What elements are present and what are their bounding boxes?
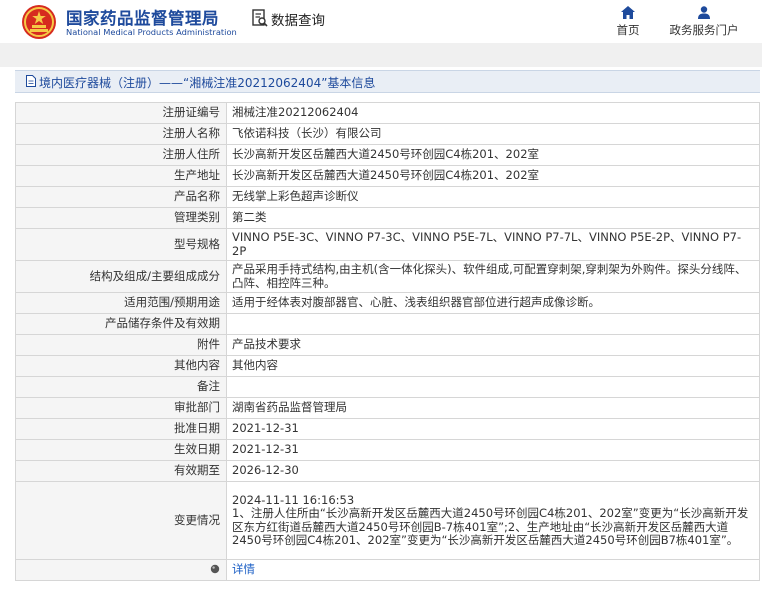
table-row: 注册证编号 湘械注准20212062404 bbox=[15, 102, 760, 124]
table-row: 型号规格 VINNO P5E-3C、VINNO P7-3C、VINNO P5E-… bbox=[15, 228, 760, 261]
row-label-model-spec: 型号规格 bbox=[15, 228, 227, 261]
data-query-icon bbox=[252, 9, 268, 27]
change-description: 1、注册人住所由“长沙高新开发区岳麓西大道2450号环创园C4栋201、202室… bbox=[232, 506, 749, 547]
row-label-details bbox=[15, 559, 227, 581]
breadcrumb-current: “湘械注准20212062404”基本信息 bbox=[183, 76, 376, 90]
row-label-other-content: 其他内容 bbox=[15, 355, 227, 377]
row-value-details: 详情 bbox=[226, 559, 760, 581]
row-value-change-history: 2024-11-11 16:16:53 1、注册人住所由“长沙高新开发区岳麓西大… bbox=[226, 481, 760, 560]
nav-home-label: 首页 bbox=[616, 23, 640, 37]
table-row: 有效期至 2026-12-30 bbox=[15, 460, 760, 482]
nav-service-portal[interactable]: 政务服务门户 bbox=[664, 6, 744, 38]
row-value-effective-date: 2021-12-31 bbox=[226, 439, 760, 461]
row-label-intended-use: 适用范围/预期用途 bbox=[15, 292, 227, 314]
table-row: 结构及组成/主要组成成分 产品采用手持式结构,由主机(含一体化探头)、软件组成,… bbox=[15, 260, 760, 293]
row-label-approval-department: 审批部门 bbox=[15, 397, 227, 419]
breadcrumb: 境内医疗器械（注册）——“湘械注准20212062404”基本信息 bbox=[15, 70, 760, 93]
table-row: 备注 bbox=[15, 376, 760, 398]
header-divider bbox=[0, 43, 762, 67]
nav-home[interactable]: 首页 bbox=[612, 6, 644, 38]
row-value-attachment: 产品技术要求 bbox=[226, 334, 760, 356]
table-row: 生效日期 2021-12-31 bbox=[15, 439, 760, 461]
nav-portal-label: 政务服务门户 bbox=[669, 23, 739, 37]
data-query-title: 数据查询 bbox=[271, 13, 325, 29]
home-icon bbox=[621, 6, 635, 19]
row-label-production-address: 生产地址 bbox=[15, 165, 227, 187]
row-label-registration-number: 注册证编号 bbox=[15, 102, 227, 124]
row-label-change-history: 变更情况 bbox=[15, 481, 227, 560]
row-label-registrant-address: 注册人住所 bbox=[15, 144, 227, 166]
row-value-management-class: 第二类 bbox=[226, 207, 760, 229]
row-value-registrant-address: 长沙高新开发区岳麓西大道2450号环创园C4栋201、202室 bbox=[226, 144, 760, 166]
row-value-registration-number: 湘械注准20212062404 bbox=[226, 102, 760, 124]
row-value-model-spec: VINNO P5E-3C、VINNO P7-3C、VINNO P5E-7L、VI… bbox=[226, 228, 760, 261]
row-label-management-class: 管理类别 bbox=[15, 207, 227, 229]
row-label-approval-date: 批准日期 bbox=[15, 418, 227, 440]
row-label-registrant-name: 注册人名称 bbox=[15, 123, 227, 145]
table-row: 变更情况 2024-11-11 16:16:53 1、注册人住所由“长沙高新开发… bbox=[15, 481, 760, 560]
row-label-valid-until: 有效期至 bbox=[15, 460, 227, 482]
row-value-other-content: 其他内容 bbox=[226, 355, 760, 377]
table-row: 批准日期 2021-12-31 bbox=[15, 418, 760, 440]
table-row: 注册人住所 长沙高新开发区岳麓西大道2450号环创园C4栋201、202室 bbox=[15, 144, 760, 166]
row-label-structure-composition: 结构及组成/主要组成成分 bbox=[15, 260, 227, 293]
agency-name-cn[interactable]: 国家药品监督管理局 bbox=[66, 5, 219, 29]
change-timestamp: 2024-11-11 16:16:53 bbox=[232, 492, 355, 507]
row-value-production-address: 长沙高新开发区岳麓西大道2450号环创园C4栋201、202室 bbox=[226, 165, 760, 187]
row-value-approval-department: 湖南省药品监督管理局 bbox=[226, 397, 760, 419]
row-value-structure-composition: 产品采用手持式结构,由主机(含一体化探头)、软件组成,可配置穿刺架,穿刺架为外购… bbox=[226, 260, 760, 293]
breadcrumb-section[interactable]: 境内医疗器械（注册） bbox=[39, 76, 159, 90]
row-label-product-name: 产品名称 bbox=[15, 186, 227, 208]
breadcrumb-text: 境内医疗器械（注册）——“湘械注准20212062404”基本信息 bbox=[39, 74, 375, 91]
document-icon bbox=[26, 75, 36, 87]
table-row: 审批部门 湖南省药品监督管理局 bbox=[15, 397, 760, 419]
row-label-remarks: 备注 bbox=[15, 376, 227, 398]
agency-name-en[interactable]: National Medical Products Administration bbox=[66, 27, 237, 37]
table-row: 产品储存条件及有效期 bbox=[15, 313, 760, 335]
row-value-remarks bbox=[226, 376, 760, 398]
row-value-intended-use: 适用于经体表对腹部器官、心脏、浅表组织器官部位进行超声成像诊断。 bbox=[226, 292, 760, 314]
table-row: 产品名称 无线掌上彩色超声诊断仪 bbox=[15, 186, 760, 208]
table-row: 生产地址 长沙高新开发区岳麓西大道2450号环创园C4栋201、202室 bbox=[15, 165, 760, 187]
user-icon bbox=[698, 6, 710, 19]
table-row: 附件 产品技术要求 bbox=[15, 334, 760, 356]
table-row: 适用范围/预期用途 适用于经体表对腹部器官、心脏、浅表组织器官部位进行超声成像诊… bbox=[15, 292, 760, 314]
breadcrumb-separator: —— bbox=[159, 76, 184, 90]
details-link[interactable]: 详情 bbox=[232, 562, 255, 577]
table-row: 管理类别 第二类 bbox=[15, 207, 760, 229]
row-value-valid-until: 2026-12-30 bbox=[226, 460, 760, 482]
registration-info-table: 注册证编号 湘械注准20212062404 注册人名称 飞依诺科技（长沙）有限公… bbox=[15, 102, 760, 581]
row-value-product-name: 无线掌上彩色超声诊断仪 bbox=[226, 186, 760, 208]
table-row: 其他内容 其他内容 bbox=[15, 355, 760, 377]
row-label-attachment: 附件 bbox=[15, 334, 227, 356]
row-value-registrant-name: 飞依诺科技（长沙）有限公司 bbox=[226, 123, 760, 145]
row-value-approval-date: 2021-12-31 bbox=[226, 418, 760, 440]
national-emblem-icon bbox=[22, 5, 56, 39]
table-row: 详情 bbox=[15, 559, 760, 581]
row-value-storage-conditions bbox=[226, 313, 760, 335]
map-pin-icon bbox=[210, 565, 220, 574]
row-label-effective-date: 生效日期 bbox=[15, 439, 227, 461]
table-row: 注册人名称 飞依诺科技（长沙）有限公司 bbox=[15, 123, 760, 145]
row-label-storage-conditions: 产品储存条件及有效期 bbox=[15, 313, 227, 335]
